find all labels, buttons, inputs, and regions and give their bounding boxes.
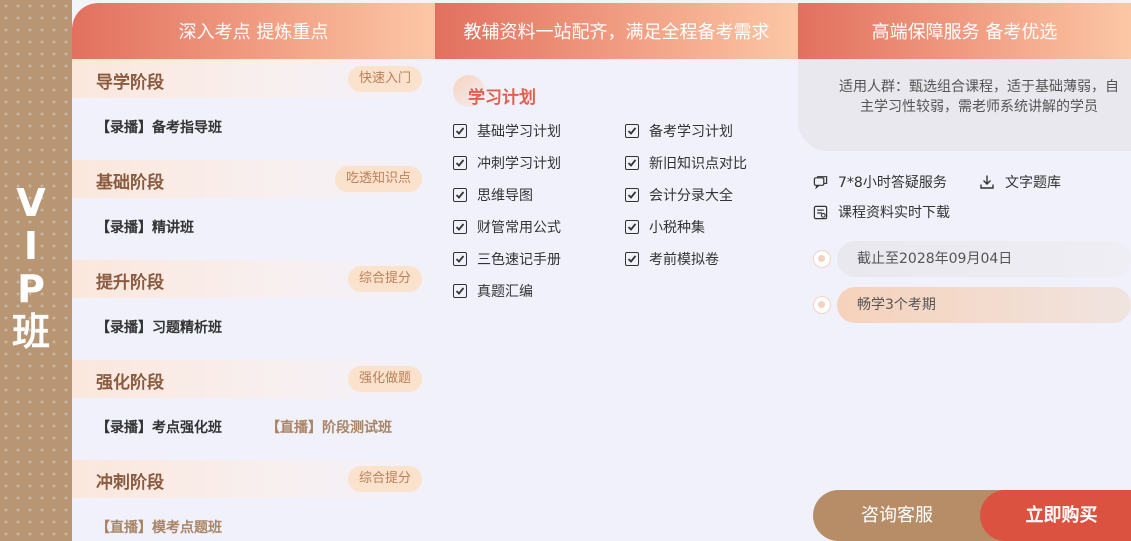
vip-title-char: I — [23, 224, 39, 268]
header-materials: 教辅资料一站配齐，满足全程备考需求 — [435, 3, 798, 59]
service-item: 文字题库 — [979, 172, 1061, 192]
stage-tag: 综合提分 — [347, 466, 422, 492]
checklist-item: 三色速记手册 — [453, 249, 561, 269]
audience-box: 适用人群：甄选组合课程，适于基础薄弱，自主学习性较弱，需老师系统讲解的学员 — [798, 59, 1131, 151]
chat-icon — [813, 175, 828, 189]
header-services: 高端保障服务 备考优选 — [798, 3, 1131, 59]
course-item-live[interactable]: 【直播】模考点题班 — [96, 517, 222, 537]
stage-improve: 提升阶段 综合提分 — [72, 260, 435, 298]
plan-title: 学习计划 — [468, 88, 536, 108]
stage-name: 强化阶段 — [96, 373, 164, 393]
stage-tag: 强化做题 — [347, 366, 422, 392]
checklist-item: 新旧知识点对比 — [625, 153, 747, 173]
buy-button[interactable]: 立即购买 — [980, 490, 1131, 541]
checklist-item: 会计分录大全 — [625, 185, 733, 205]
checklist-label: 新旧知识点对比 — [649, 156, 747, 172]
checklist-label: 三色速记手册 — [477, 252, 561, 268]
stage-tag: 吃透知识点 — [334, 166, 422, 192]
checkbox-icon — [453, 124, 467, 138]
service-label: 课程资料实时下载 — [838, 205, 950, 221]
stage-name: 冲刺阶段 — [96, 473, 164, 493]
bullet-icon — [813, 250, 831, 268]
download-icon — [980, 175, 994, 189]
checklist-label: 备考学习计划 — [649, 124, 733, 140]
bullet-icon — [813, 296, 831, 314]
vip-title-char: V — [16, 181, 46, 225]
vip-title: V I P 班 — [0, 182, 62, 354]
checklist-label: 考前模拟卷 — [649, 252, 719, 268]
checkbox-icon — [625, 124, 639, 138]
stage-name: 导学阶段 — [96, 73, 164, 93]
vip-card: 深入考点 提炼重点 教辅资料一站配齐，满足全程备考需求 高端保障服务 备考优选 … — [72, 3, 1131, 541]
consult-button[interactable]: 咨询客服 — [813, 490, 1005, 541]
course-item[interactable]: 【录播】考点强化班 — [96, 417, 222, 437]
checkbox-icon — [625, 156, 639, 170]
checkbox-icon — [625, 252, 639, 266]
checklist-label: 财管常用公式 — [477, 220, 561, 236]
checklist-label: 冲刺学习计划 — [477, 156, 561, 172]
checkbox-icon — [625, 220, 639, 234]
stage-basic: 基础阶段 吃透知识点 — [72, 160, 435, 198]
vip-title-char: 班 — [11, 310, 50, 354]
checkbox-icon — [453, 188, 467, 202]
checklist-label: 小税种集 — [649, 220, 705, 236]
vip-sidebar: V I P 班 — [0, 0, 72, 541]
document-icon — [813, 205, 828, 219]
service-item: 7*8小时答疑服务 — [813, 172, 947, 192]
checklist-item: 考前模拟卷 — [625, 249, 719, 269]
stage-name: 基础阶段 — [96, 173, 164, 193]
deadline-pill: 截止至2028年09月04日 — [837, 241, 1131, 277]
header-courses: 深入考点 提炼重点 — [72, 3, 435, 59]
audience-text: 适用人群：甄选组合课程，适于基础薄弱，自主学习性较弱，需老师系统讲解的学员 — [839, 79, 1119, 115]
stage-tag: 综合提分 — [347, 266, 422, 292]
vip-title-char: P — [17, 267, 45, 311]
stage-intensify: 强化阶段 强化做题 — [72, 360, 435, 398]
checklist-item: 小税种集 — [625, 217, 705, 237]
checkbox-icon — [453, 220, 467, 234]
checklist-item: 备考学习计划 — [625, 121, 733, 141]
service-label: 7*8小时答疑服务 — [838, 175, 947, 191]
checklist-item: 冲刺学习计划 — [453, 153, 561, 173]
service-item: 课程资料实时下载 — [813, 202, 950, 222]
checklist-item: 财管常用公式 — [453, 217, 561, 237]
checklist-label: 真题汇编 — [477, 284, 533, 300]
checkbox-icon — [453, 156, 467, 170]
course-item[interactable]: 【录播】习题精析班 — [96, 317, 222, 337]
checklist-item: 思维导图 — [453, 185, 533, 205]
checklist-item: 基础学习计划 — [453, 121, 561, 141]
stage-sprint: 冲刺阶段 综合提分 — [72, 460, 435, 498]
checklist-label: 会计分录大全 — [649, 188, 733, 204]
checklist-label: 思维导图 — [477, 188, 533, 204]
checkbox-icon — [453, 252, 467, 266]
stage-tag: 快速入门 — [347, 66, 422, 92]
course-item[interactable]: 【录播】精讲班 — [96, 217, 194, 237]
checklist-item: 真题汇编 — [453, 281, 533, 301]
checkbox-icon — [453, 284, 467, 298]
course-item-live[interactable]: 【直播】阶段测试班 — [266, 417, 392, 437]
checkbox-icon — [625, 188, 639, 202]
stage-intro: 导学阶段 快速入门 — [72, 60, 435, 98]
duration-pill: 畅学3个考期 — [837, 287, 1131, 323]
course-item[interactable]: 【录播】备考指导班 — [96, 117, 222, 137]
service-label: 文字题库 — [1005, 175, 1061, 191]
checklist-label: 基础学习计划 — [477, 124, 561, 140]
stage-name: 提升阶段 — [96, 273, 164, 293]
